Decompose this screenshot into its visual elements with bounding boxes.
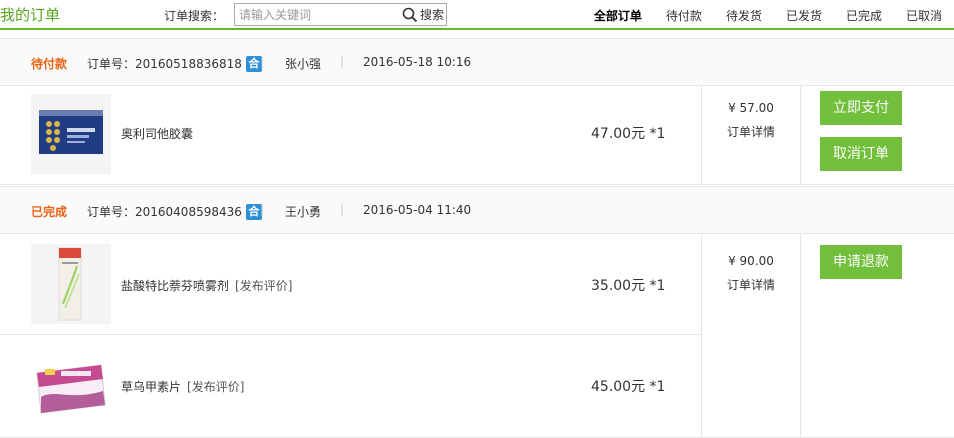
product-name[interactable]: 奥利司他胶囊 [121,125,193,142]
order-header: 待付款 订单号：20160518836818 合 | 张小强 | 2016-05… [0,38,954,86]
order-tabs: 全部订单 待付款 待发货 已发货 已完成 已取消 [570,7,942,24]
order-status: 已完成 [31,205,68,219]
tab-cancelled[interactable]: 已取消 [906,7,942,24]
post-review-link[interactable]: [发布评价] [235,279,292,293]
order-header: 已完成 订单号：20160408598436 合 | 王小勇 | 2016-05… [0,186,954,234]
request-refund-button[interactable]: 申请退款 [820,245,902,279]
order-number-text: 订单号：20160408598436 [87,205,242,219]
product-box-graphic [36,364,106,414]
post-review-link[interactable]: [发布评价] [187,380,244,394]
tab-pending-shipment[interactable]: 待发货 [726,7,762,24]
order-body: 奥利司他胶囊 47.00元 *1 ¥ 57.00 订单详情 立即支付 取消订单 [0,86,954,185]
order-detail-link[interactable]: 订单详情 [701,276,801,293]
search-icon [402,7,418,22]
product-name[interactable]: 盐酸特比萘芬喷雾剂 [发布评价] [121,277,292,294]
product-name[interactable]: 草乌甲素片 [发布评价] [121,378,244,395]
order-total: ¥ 90.00 订单详情 [701,254,801,293]
order-time: 2016-05-04 11:40 [363,203,472,217]
search-button-label: 搜索 [420,8,445,22]
total-amount: ¥ 90.00 [728,254,774,268]
order-total: ¥ 57.00 订单详情 [701,101,801,140]
search-input[interactable] [239,7,399,23]
order-item: 草乌甲素片 [发布评价] 45.00元 *1 [0,335,701,438]
pay-now-button[interactable]: 立即支付 [820,91,902,125]
buyer-name: 王小勇 [285,205,322,219]
divider: | [340,54,345,68]
order-item: 盐酸特比萘芬喷雾剂 [发布评价] 35.00元 *1 [0,234,701,335]
divider: | [260,54,265,68]
product-image[interactable] [31,345,111,425]
product-price: 45.00元 *1 [591,379,666,395]
product-price: 35.00元 *1 [591,278,666,294]
buyer-name: 张小强 [285,57,322,71]
product-name-text: 盐酸特比萘芬喷雾剂 [121,279,230,293]
order-detail-link[interactable]: 订单详情 [701,123,801,140]
product-name-text: 草乌甲素片 [121,380,182,394]
product-box-graphic [58,247,82,321]
product-image[interactable] [31,244,111,324]
tab-completed[interactable]: 已完成 [846,7,882,24]
order-body: 盐酸特比萘芬喷雾剂 [发布评价] 35.00元 *1 草乌甲素片 [发布评价] 45… [0,234,954,438]
divider: | [340,202,345,216]
product-name-text: 奥利司他胶囊 [121,127,194,141]
order-status: 待付款 [31,57,68,71]
search-label: 订单搜索： [164,9,225,23]
search-box: 搜索 [234,3,447,26]
product-image[interactable] [31,94,111,174]
tab-all[interactable]: 全部订单 [594,7,642,24]
order-number: 订单号：20160408598436 合 [87,203,262,220]
order-number-text: 订单号：20160518836818 [87,57,242,71]
order-number: 订单号：20160518836818 合 [87,55,262,72]
search-button[interactable]: 搜索 [402,5,444,24]
order-actions: 申请退款 [820,245,902,291]
tab-pending-payment[interactable]: 待付款 [666,7,702,24]
product-price: 47.00元 *1 [591,126,666,142]
top-bar: 我的订单 订单搜索： 搜索 全部订单 待付款 待发货 已发货 已完成 已取消 [0,0,954,30]
page-title: 我的订单 [0,6,61,24]
order-item: 奥利司他胶囊 47.00元 *1 [0,86,701,184]
tab-shipped[interactable]: 已发货 [786,7,822,24]
total-amount: ¥ 57.00 [728,101,774,115]
divider: | [260,202,265,216]
product-box-graphic [39,110,103,154]
order-actions: 立即支付 取消订单 [820,91,902,183]
cancel-order-button[interactable]: 取消订单 [820,137,902,171]
order-time: 2016-05-18 10:16 [363,55,472,69]
